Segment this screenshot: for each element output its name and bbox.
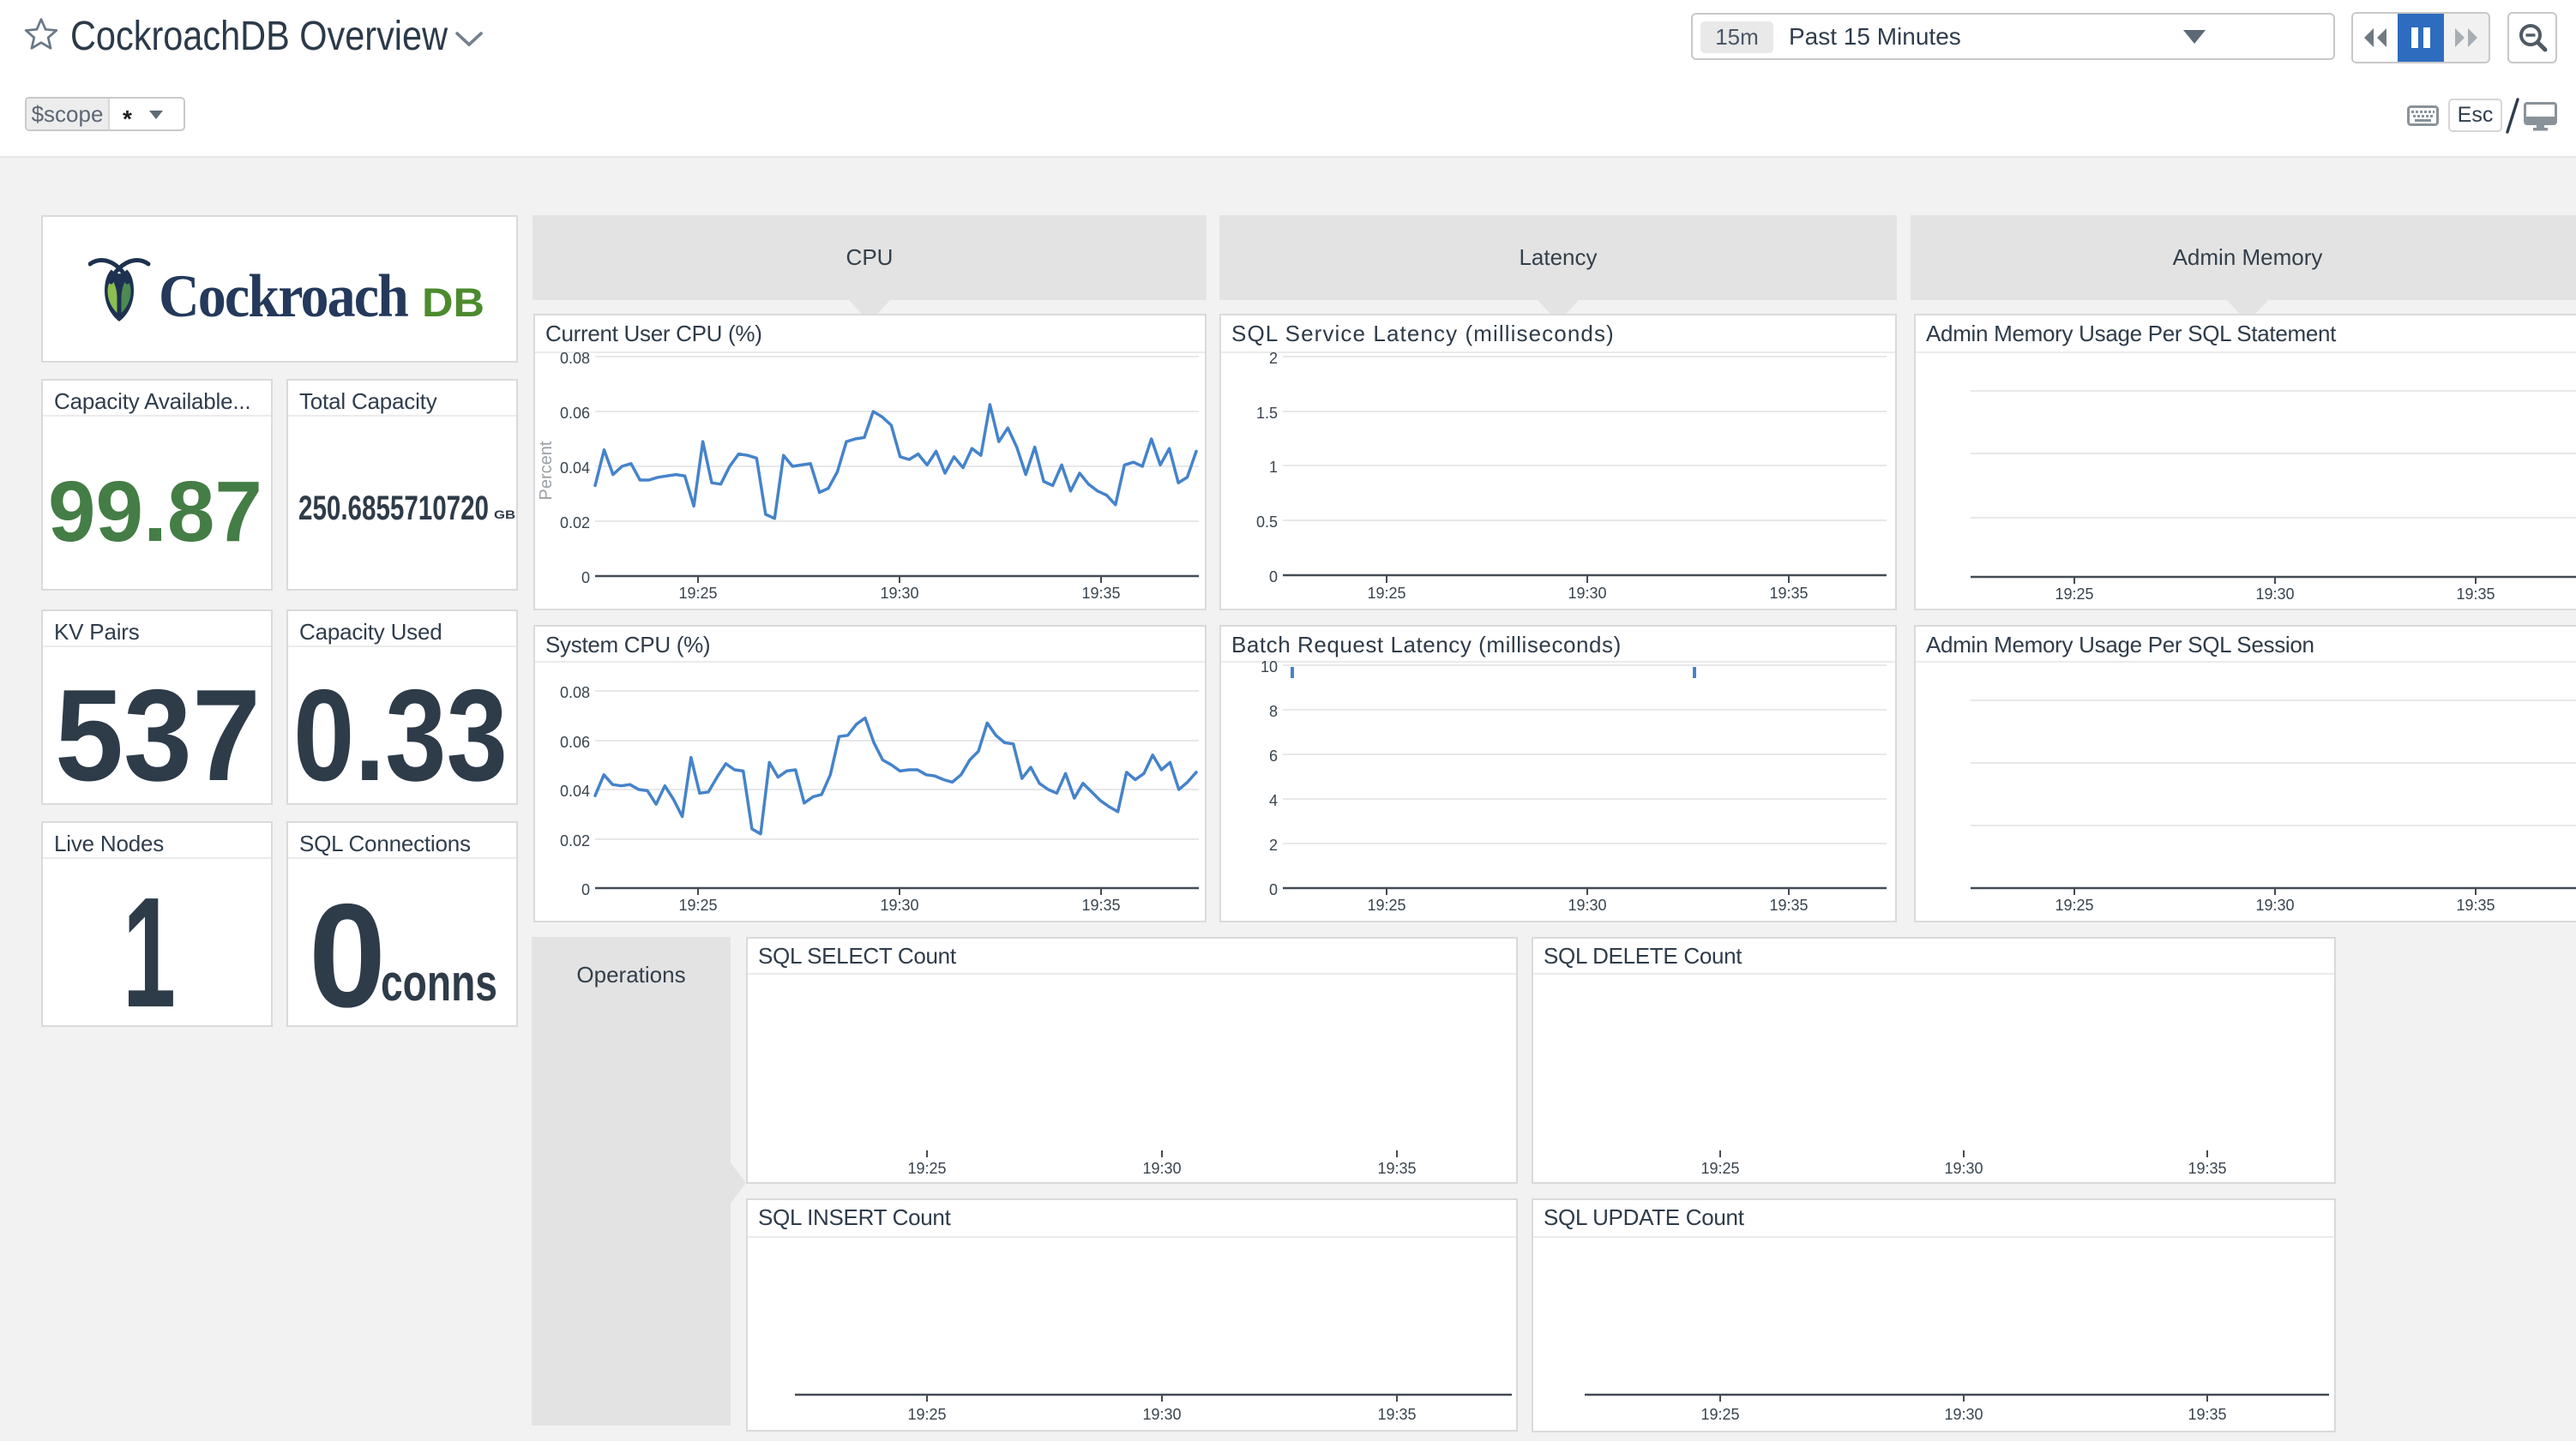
svg-text:19:25: 19:25 [1700,1160,1739,1177]
svg-text:537: 537 [55,663,261,805]
svg-text:19:25: 19:25 [1367,897,1405,914]
svg-text:19:25: 19:25 [1700,1406,1739,1423]
svg-text:19:25: 19:25 [907,1406,946,1423]
svg-text:0: 0 [309,874,386,1027]
svg-text:1.5: 1.5 [1256,405,1278,422]
svg-text:19:35: 19:35 [2188,1406,2226,1423]
svg-text:0.08: 0.08 [560,350,590,367]
svg-text:19:30: 19:30 [1142,1406,1181,1423]
svg-text:GB: GB [494,507,515,521]
svg-text:19:25: 19:25 [678,585,717,602]
svg-text:19:35: 19:35 [1081,585,1120,602]
svg-text:19:30: 19:30 [1944,1406,1983,1423]
svg-text:DB: DB [422,279,485,325]
svg-text:19:35: 19:35 [1769,585,1808,602]
svg-text:2: 2 [1269,837,1278,854]
svg-text:0.02: 0.02 [560,832,590,850]
svg-text:0.33: 0.33 [293,663,508,805]
svg-text:19:35: 19:35 [1769,897,1808,914]
svg-text:250.6855710720: 250.6855710720 [298,489,489,527]
svg-text:19:30: 19:30 [1944,1160,1983,1177]
svg-text:19:25: 19:25 [1367,585,1405,602]
svg-text:conns: conns [381,954,497,1012]
svg-text:0: 0 [1269,881,1278,898]
svg-text:19:25: 19:25 [678,897,717,914]
svg-text:19:30: 19:30 [2255,585,2294,603]
svg-text:19:35: 19:35 [1081,897,1120,914]
svg-text:10: 10 [1261,658,1278,675]
svg-text:19:30: 19:30 [1568,585,1606,602]
svg-text:19:35: 19:35 [1377,1160,1416,1177]
svg-text:0.08: 0.08 [560,684,590,701]
svg-text:0.02: 0.02 [560,514,590,531]
svg-text:0.06: 0.06 [560,734,590,751]
svg-text:19:35: 19:35 [2456,585,2495,603]
svg-text:8: 8 [1269,703,1278,720]
svg-text:99.87: 99.87 [48,464,262,560]
svg-text:0: 0 [581,881,590,898]
svg-text:19:30: 19:30 [880,585,918,602]
svg-text:19:30: 19:30 [1568,897,1606,914]
svg-text:19:35: 19:35 [2188,1160,2226,1177]
svg-text:0.04: 0.04 [560,783,590,800]
svg-text:19:30: 19:30 [2255,897,2294,914]
svg-text:19:35: 19:35 [2456,897,2495,914]
svg-text:19:25: 19:25 [2055,897,2093,914]
svg-text:0.04: 0.04 [560,459,590,477]
svg-text:19:30: 19:30 [1142,1160,1181,1177]
svg-text:19:30: 19:30 [880,897,918,914]
svg-text:1: 1 [123,864,176,1027]
svg-text:CockroachDB Overview: CockroachDB Overview [70,14,448,59]
svg-text:0.06: 0.06 [560,405,590,422]
svg-text:1: 1 [1269,459,1278,476]
svg-text:0: 0 [1269,568,1278,585]
svg-text:19:35: 19:35 [1377,1406,1416,1423]
svg-text:19:25: 19:25 [907,1160,946,1177]
svg-text:6: 6 [1269,748,1278,765]
svg-text:0.5: 0.5 [1256,513,1278,531]
svg-text:Cockroach: Cockroach [159,263,408,325]
svg-text:0: 0 [581,569,590,586]
svg-text:4: 4 [1269,792,1278,809]
svg-text:Percent: Percent [537,441,556,500]
svg-text:2: 2 [1269,350,1278,367]
svg-text:19:25: 19:25 [2055,585,2093,603]
